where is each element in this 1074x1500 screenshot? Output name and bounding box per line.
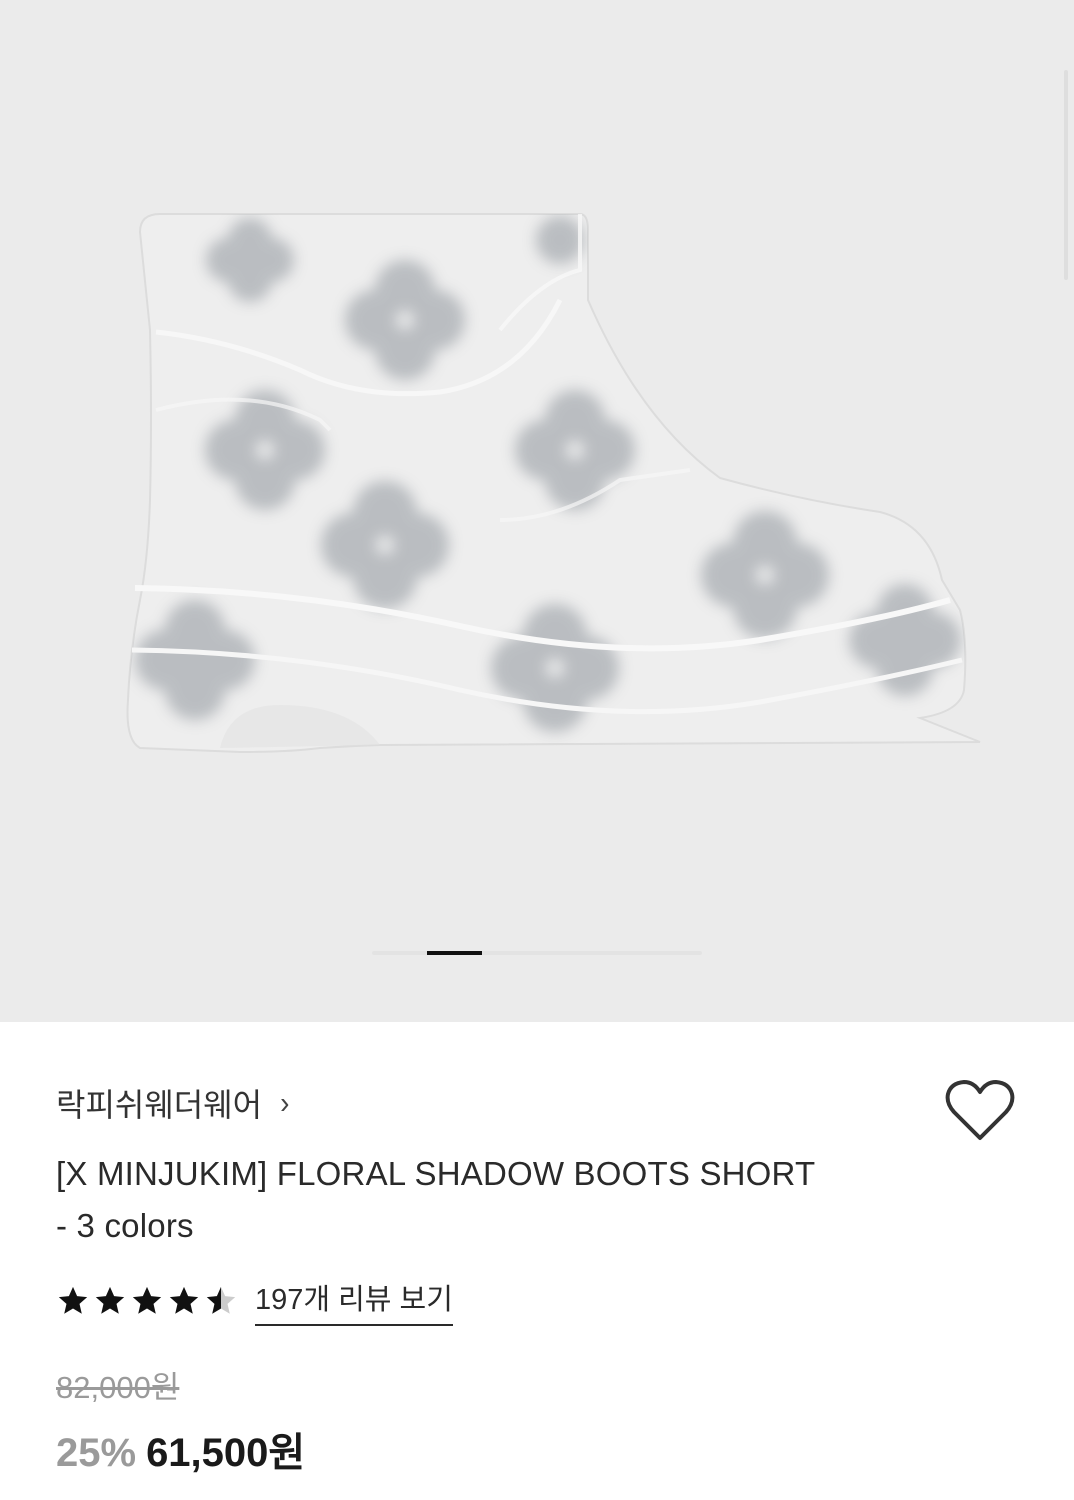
rating-row: 197개 리뷰 보기 [56,1276,453,1326]
brand-link[interactable]: 락피쉬웨더웨어 › [56,1080,289,1126]
star-icon [132,1286,162,1314]
product-image-gallery[interactable] [0,0,1074,1022]
discount-rate: 25% [56,1431,137,1475]
gallery-page-indicator-active [427,951,482,955]
price-row: 25% 61,500원 [56,1420,305,1478]
chevron-right-icon: › [280,1085,290,1120]
original-price: 82,000원 [56,1370,180,1405]
star-icon [95,1286,125,1314]
product-title-line1: [X MINJUKIM] FLORAL SHADOW BOOTS SHORT [56,1155,816,1192]
star-rating [56,1284,241,1318]
product-info: 락피쉬웨더웨어 › [X MINJUKIM] FLORAL SHADOW BOO… [0,1022,1074,1500]
scrollbar-thumb[interactable] [1064,70,1068,280]
star-icon [58,1286,88,1314]
product-boot-image [126,213,981,754]
star-icon [169,1286,199,1314]
review-count-link[interactable]: 197개 리뷰 보기 [255,1276,453,1326]
brand-name: 락피쉬웨더웨어 [56,1087,263,1123]
heart-outline-icon[interactable] [944,1078,1016,1144]
product-title-line2: - 3 colors [56,1207,194,1244]
product-title: [X MINJUKIM] FLORAL SHADOW BOOTS SHORT -… [56,1148,936,1252]
star-half-icon [206,1286,236,1314]
sale-price: 61,500원 [146,1431,306,1475]
gallery-page-indicator [372,951,702,955]
